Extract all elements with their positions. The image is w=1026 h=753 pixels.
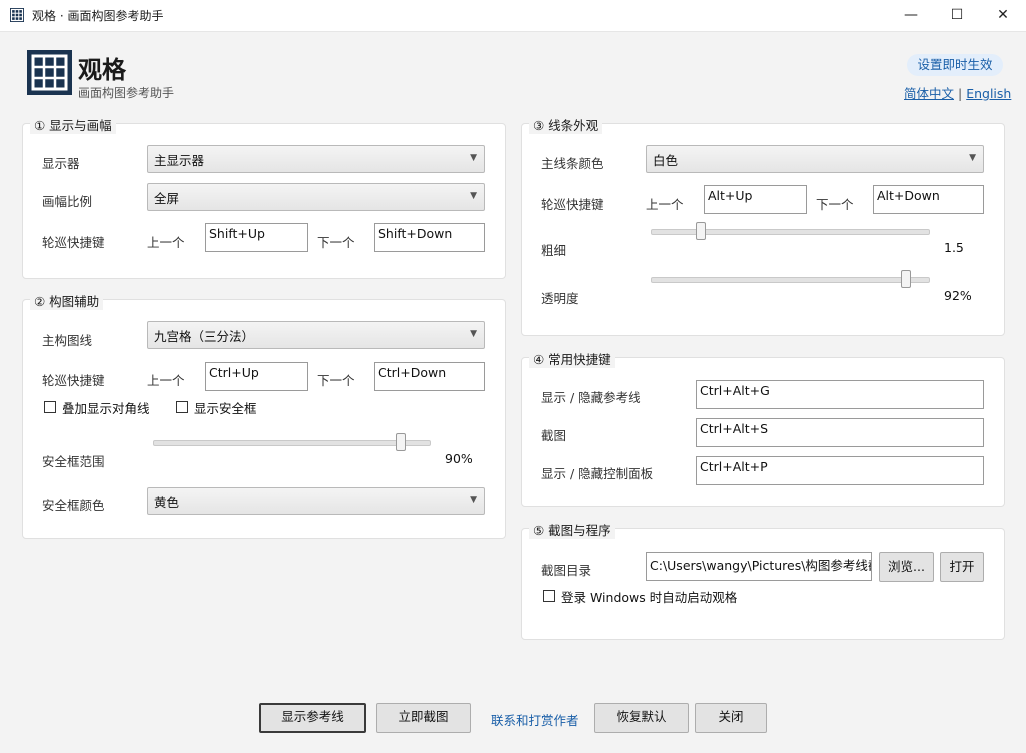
monitor-select-value: 主显示器 <box>154 153 205 168</box>
chevron-down-icon: ▼ <box>470 153 477 163</box>
ratio-select[interactable]: 全屏 ▼ <box>147 183 485 211</box>
live-settings-badge: 设置即时生效 <box>907 54 1003 76</box>
display-prev-hotkey-field[interactable]: Shift+Up <box>205 223 308 252</box>
close-window-button[interactable]: ✕ <box>980 0 1026 31</box>
autostart-checkbox[interactable] <box>543 590 555 602</box>
ratio-label: 画幅比例 <box>42 194 93 209</box>
show-lines-button[interactable]: 显示参考线 <box>259 703 366 733</box>
opacity-slider-track[interactable] <box>651 277 930 283</box>
group-title: ② 构图辅助 <box>30 291 104 310</box>
monitor-select[interactable]: 主显示器 ▼ <box>147 145 485 173</box>
chevron-down-icon: ▼ <box>470 191 477 201</box>
display-next-hotkey-field[interactable]: Shift+Down <box>374 223 485 252</box>
display-hotkey-label: 轮巡快捷键 <box>42 235 105 250</box>
shortcuts-group: ④ 常用快捷键 显示 / 隐藏参考线 Ctrl+Alt+G 截图 Ctrl+Al… <box>521 349 1005 507</box>
line-hotkey-label: 轮巡快捷键 <box>541 197 604 212</box>
lang-zh-link[interactable]: 简体中文 <box>904 86 954 101</box>
diagonal-checkbox-label[interactable]: 叠加显示对角线 <box>62 398 150 417</box>
composition-group: ② 构图辅助 主构图线 九宫格（三分法） ▼ 轮巡快捷键 上一个 Ctrl+Up… <box>22 291 506 539</box>
line-color-label: 主线条颜色 <box>541 156 604 171</box>
composition-prev-hotkey-field[interactable]: Ctrl+Up <box>205 362 308 391</box>
line-color-select[interactable]: 白色 ▼ <box>646 145 984 173</box>
line-width-slider-thumb[interactable] <box>695 222 706 240</box>
lang-en-link[interactable]: English <box>966 86 1011 101</box>
composition-hotkey-label: 轮巡快捷键 <box>42 373 105 388</box>
display-next-label: 下一个 <box>317 235 355 250</box>
safe-range-slider-thumb[interactable] <box>396 433 407 451</box>
display-prev-label: 上一个 <box>147 235 185 250</box>
lang-separator: | <box>958 86 963 101</box>
screenshot-hotkey-label: 截图 <box>541 428 567 443</box>
line-width-value: 1.5 <box>944 240 964 255</box>
line-next-hotkey-field[interactable]: Alt+Down <box>873 185 984 214</box>
app-logo-grid-icon <box>27 50 72 95</box>
open-folder-button[interactable]: 打开 <box>940 552 984 582</box>
capture-dir-label: 截图目录 <box>541 563 592 578</box>
composition-next-hotkey-field[interactable]: Ctrl+Down <box>374 362 485 391</box>
line-width-slider-track[interactable] <box>651 229 930 235</box>
opacity-value: 92% <box>944 288 972 303</box>
opacity-slider-thumb[interactable] <box>900 270 911 288</box>
safe-color-label: 安全框颜色 <box>42 498 105 513</box>
close-button[interactable]: 关闭 <box>695 703 767 733</box>
opacity-label: 透明度 <box>541 291 579 306</box>
line-group: ③ 线条外观 主线条颜色 白色 ▼ 轮巡快捷键 上一个 Alt+Up 下一个 A… <box>521 115 1005 336</box>
toggle-lines-hotkey-field[interactable]: Ctrl+Alt+G <box>696 380 984 409</box>
group-title: ③ 线条外观 <box>529 115 603 134</box>
safe-frame-checkbox-label[interactable]: 显示安全框 <box>194 398 257 417</box>
safe-range-label: 安全框范围 <box>42 454 105 469</box>
line-width-label: 粗细 <box>541 243 567 258</box>
line-next-label: 下一个 <box>816 197 854 212</box>
composition-next-label: 下一个 <box>317 373 355 388</box>
safe-range-slider-track[interactable] <box>153 440 431 446</box>
screenshot-hotkey-field[interactable]: Ctrl+Alt+S <box>696 418 984 447</box>
autostart-checkbox-label[interactable]: 登录 Windows 时自动启动观格 <box>561 587 737 606</box>
toggle-panel-hotkey-field[interactable]: Ctrl+Alt+P <box>696 456 984 485</box>
minimize-button[interactable]: — <box>888 0 934 31</box>
line-prev-label: 上一个 <box>646 197 684 212</box>
group-title: ④ 常用快捷键 <box>529 349 615 368</box>
main-guide-label: 主构图线 <box>42 333 93 348</box>
main-guide-select-value: 九宫格（三分法） <box>154 329 255 344</box>
main-guide-select[interactable]: 九宫格（三分法） ▼ <box>147 321 485 349</box>
chevron-down-icon: ▼ <box>969 153 976 163</box>
safe-frame-checkbox[interactable] <box>176 401 188 413</box>
toggle-lines-label: 显示 / 隐藏参考线 <box>541 390 641 405</box>
chevron-down-icon: ▼ <box>470 329 477 339</box>
line-prev-hotkey-field[interactable]: Alt+Up <box>704 185 807 214</box>
ratio-select-value: 全屏 <box>154 191 180 206</box>
app-name: 观格 <box>78 56 126 84</box>
title-bar: 观格 · 画面构图参考助手 — ☐ ✕ <box>0 0 1026 32</box>
safe-range-value: 90% <box>445 451 473 466</box>
capture-dir-field[interactable]: C:\Users\wangy\Pictures\构图参考线截图 <box>646 552 872 581</box>
display-group: ① 显示与画幅 显示器 主显示器 ▼ 画幅比例 全屏 ▼ 轮巡快捷键 上一个 S… <box>22 115 506 279</box>
monitor-label: 显示器 <box>42 156 80 171</box>
capture-group: ⑤ 截图与程序 截图目录 C:\Users\wangy\Pictures\构图参… <box>521 520 1005 640</box>
safe-color-select[interactable]: 黄色 ▼ <box>147 487 485 515</box>
group-title: ⑤ 截图与程序 <box>529 520 615 539</box>
app-grid-icon <box>10 8 24 22</box>
window-title: 观格 · 画面构图参考助手 <box>32 9 164 23</box>
app-subtitle: 画面构图参考助手 <box>78 86 175 100</box>
maximize-button[interactable]: ☐ <box>934 0 980 31</box>
line-color-select-value: 白色 <box>653 153 679 168</box>
toggle-panel-label: 显示 / 隐藏控制面板 <box>541 466 654 481</box>
browse-button[interactable]: 浏览... <box>879 552 934 582</box>
language-switcher: 简体中文 | English <box>904 83 1011 102</box>
capture-now-button[interactable]: 立即截图 <box>376 703 471 733</box>
composition-prev-label: 上一个 <box>147 373 185 388</box>
restore-defaults-button[interactable]: 恢复默认 <box>594 703 689 733</box>
group-title: ① 显示与画幅 <box>30 115 116 134</box>
diagonal-checkbox[interactable] <box>44 401 56 413</box>
safe-color-select-value: 黄色 <box>154 495 180 510</box>
chevron-down-icon: ▼ <box>470 495 477 505</box>
contact-author-link[interactable]: 联系和打赏作者 <box>491 710 579 729</box>
